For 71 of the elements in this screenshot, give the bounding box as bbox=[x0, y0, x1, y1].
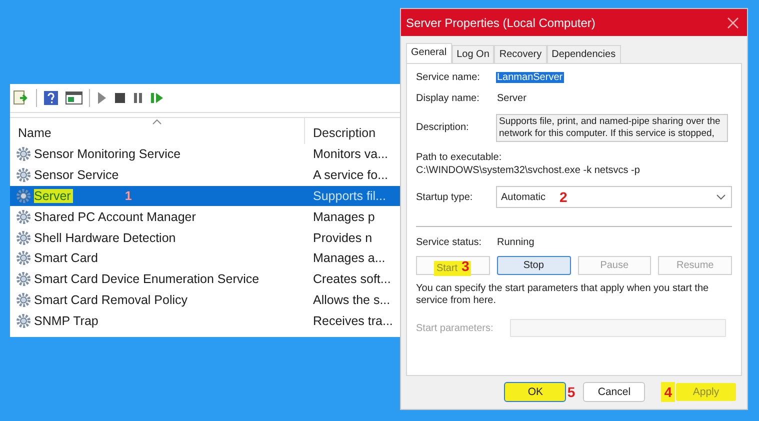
export-icon[interactable] bbox=[12, 90, 30, 106]
service-name: Smart Card Device Enumeration Service bbox=[34, 272, 260, 286]
service-row[interactable]: Sensor Service A service fo... bbox=[10, 164, 410, 186]
stop-icon[interactable] bbox=[114, 91, 126, 105]
tab[interactable]: Dependencies bbox=[546, 45, 621, 63]
column-header[interactable]: Name bbox=[10, 118, 305, 144]
gear-icon bbox=[16, 271, 32, 288]
service-name: Smart Card bbox=[34, 251, 98, 266]
gear-icon bbox=[16, 208, 32, 225]
field-label: Description: bbox=[416, 122, 470, 133]
chevron-down-icon bbox=[716, 194, 726, 200]
service-description: Manages a... bbox=[312, 251, 386, 266]
startup-type-dropdown[interactable]: Automatic 2 bbox=[496, 186, 732, 208]
path-value: C:\WINDOWS\system32\svchost.exe -k netsvcs -p bbox=[416, 165, 641, 176]
service-name-value: LanmanServer bbox=[496, 72, 564, 83]
status-value: Running bbox=[496, 237, 536, 248]
gear-icon bbox=[16, 188, 32, 204]
display-name-value: Server bbox=[496, 93, 528, 104]
service-name: Shared PC Account Manager bbox=[34, 210, 196, 224]
window-title: Server Properties (Local Computer) bbox=[406, 16, 596, 30]
gear-icon bbox=[16, 146, 32, 162]
service-row[interactable]: Smart Card Manages a... bbox=[10, 248, 410, 269]
gear-icon bbox=[16, 167, 32, 184]
step-number: 4 bbox=[661, 382, 675, 402]
gear-icon bbox=[16, 250, 32, 266]
service-row[interactable]: Shell Hardware Detection Provides n bbox=[10, 227, 410, 248]
dialog-button[interactable]: Cancel bbox=[583, 382, 646, 402]
step-number: 1 bbox=[124, 188, 132, 203]
service-row[interactable]: Smart Card Device Enumeration Service Creates soft... bbox=[10, 268, 410, 290]
field-label: Startup type: bbox=[416, 192, 474, 202]
pause-icon[interactable] bbox=[132, 91, 144, 105]
service-control-button[interactable]: Stop bbox=[496, 256, 570, 275]
service-row[interactable]: Shared PC Account Manager Manages p bbox=[10, 206, 410, 228]
dialog-button[interactable]: OK bbox=[504, 382, 566, 402]
service-description: Receives tra... bbox=[312, 314, 393, 328]
service-name: Sensor Service bbox=[34, 168, 119, 182]
gear-icon bbox=[16, 312, 32, 329]
service-description: A service fo... bbox=[312, 168, 388, 182]
service-description: Supports fil... bbox=[312, 188, 386, 203]
service-description: Creates soft... bbox=[312, 272, 391, 286]
service-name: Shell Hardware Detection bbox=[34, 230, 176, 245]
field-label: Display name: bbox=[416, 93, 480, 104]
description-box[interactable]: Supports file, print, and named-pipe sharing over the network for this computer. If this service is stopped, bbox=[496, 114, 728, 142]
hint-text: You can specify the start parameters that apply when you start the service from here. bbox=[416, 283, 710, 307]
field-label: Path to executable: bbox=[416, 152, 503, 163]
field-label: Service status: bbox=[416, 237, 483, 248]
service-name: Server bbox=[34, 188, 73, 203]
service-name: Sensor Monitoring Service bbox=[34, 147, 181, 162]
service-row[interactable]: SNMP Trap Receives tra... bbox=[10, 310, 410, 332]
service-description: Manages p bbox=[312, 210, 375, 224]
service-row[interactable]: Sensor Monitoring Service Monitors va... bbox=[10, 144, 410, 165]
tab[interactable]: General bbox=[406, 43, 452, 63]
service-row[interactable]: Smart Card Removal Policy Allows the s... bbox=[10, 290, 410, 310]
field-label: Start parameters: bbox=[416, 322, 494, 334]
console-icon[interactable] bbox=[65, 90, 83, 106]
step-number: 5 bbox=[567, 384, 576, 400]
service-description: Monitors va... bbox=[312, 147, 388, 162]
service-name: SNMP Trap bbox=[34, 314, 98, 328]
service-name: Smart Card Removal Policy bbox=[34, 292, 188, 307]
help-icon[interactable] bbox=[43, 90, 59, 106]
tab[interactable]: Recovery bbox=[494, 45, 547, 63]
sort-caret-icon bbox=[152, 119, 162, 125]
close-icon[interactable] bbox=[727, 16, 739, 28]
service-description: Provides n bbox=[312, 230, 372, 245]
play-icon[interactable] bbox=[96, 91, 108, 105]
resume-icon[interactable] bbox=[150, 91, 164, 105]
gear-icon bbox=[16, 292, 32, 308]
service-description: Allows the s... bbox=[312, 292, 390, 307]
tab[interactable]: Log On bbox=[452, 45, 494, 63]
field-label: Service name: bbox=[416, 72, 481, 83]
gear-icon bbox=[16, 230, 32, 246]
